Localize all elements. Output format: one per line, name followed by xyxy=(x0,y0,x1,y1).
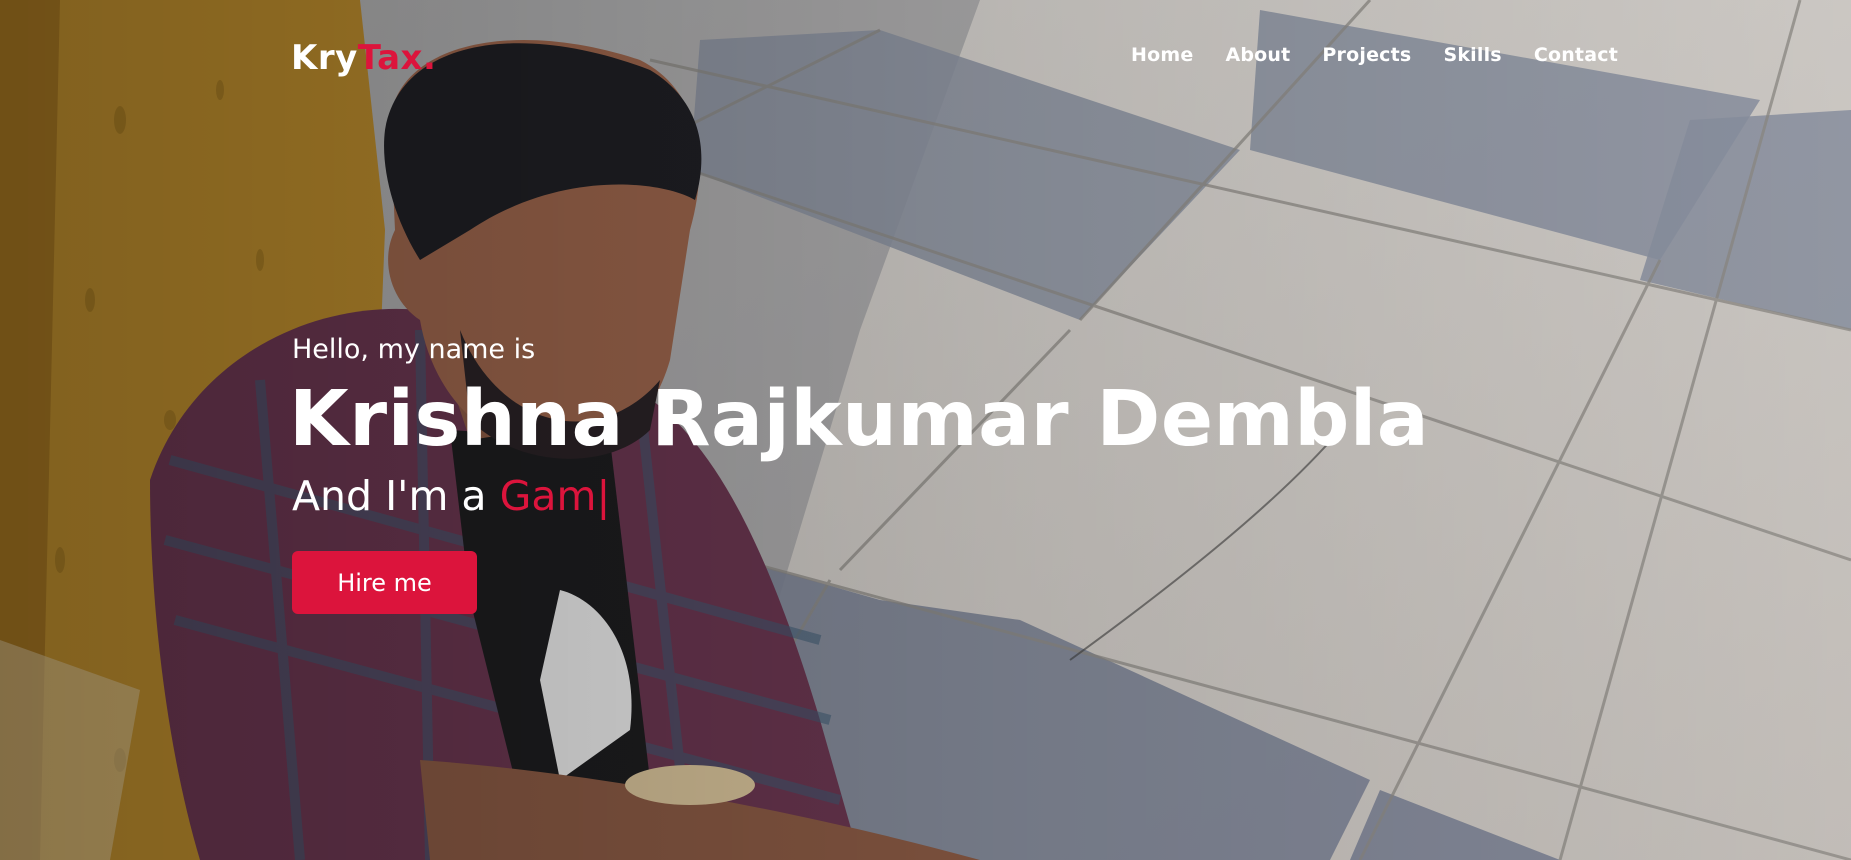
typing-cursor: | xyxy=(596,472,611,520)
role-prefix: And I'm a xyxy=(292,472,500,520)
role-typed-text: Gam xyxy=(499,472,597,520)
navbar: KryTax. Home About Projects Skills Conta… xyxy=(0,0,1851,116)
nav-item-about: About xyxy=(1225,44,1290,66)
hire-me-button[interactable]: Hire me xyxy=(292,551,477,614)
nav-link-home[interactable]: Home xyxy=(1131,44,1193,66)
nav-link-projects[interactable]: Projects xyxy=(1322,44,1411,66)
site-logo[interactable]: KryTax. xyxy=(291,38,436,78)
nav-item-projects: Projects xyxy=(1322,44,1411,66)
nav-item-contact: Contact xyxy=(1534,44,1618,66)
hero-role-line: And I'm a Gam| xyxy=(292,472,610,520)
nav-link-about[interactable]: About xyxy=(1225,44,1290,66)
hero-section: KryTax. Home About Projects Skills Conta… xyxy=(0,0,1851,860)
nav-link-contact[interactable]: Contact xyxy=(1534,44,1618,66)
nav-link-skills[interactable]: Skills xyxy=(1443,44,1501,66)
nav-menu: Home About Projects Skills Contact xyxy=(1131,44,1618,66)
hero-greeting: Hello, my name is xyxy=(292,334,536,365)
hero-name: Krishna Rajkumar Dembla xyxy=(289,375,1430,464)
logo-main-text: Kry xyxy=(291,38,358,78)
nav-item-skills: Skills xyxy=(1443,44,1501,66)
logo-accent-text: Tax. xyxy=(357,38,437,78)
nav-item-home: Home xyxy=(1131,44,1193,66)
